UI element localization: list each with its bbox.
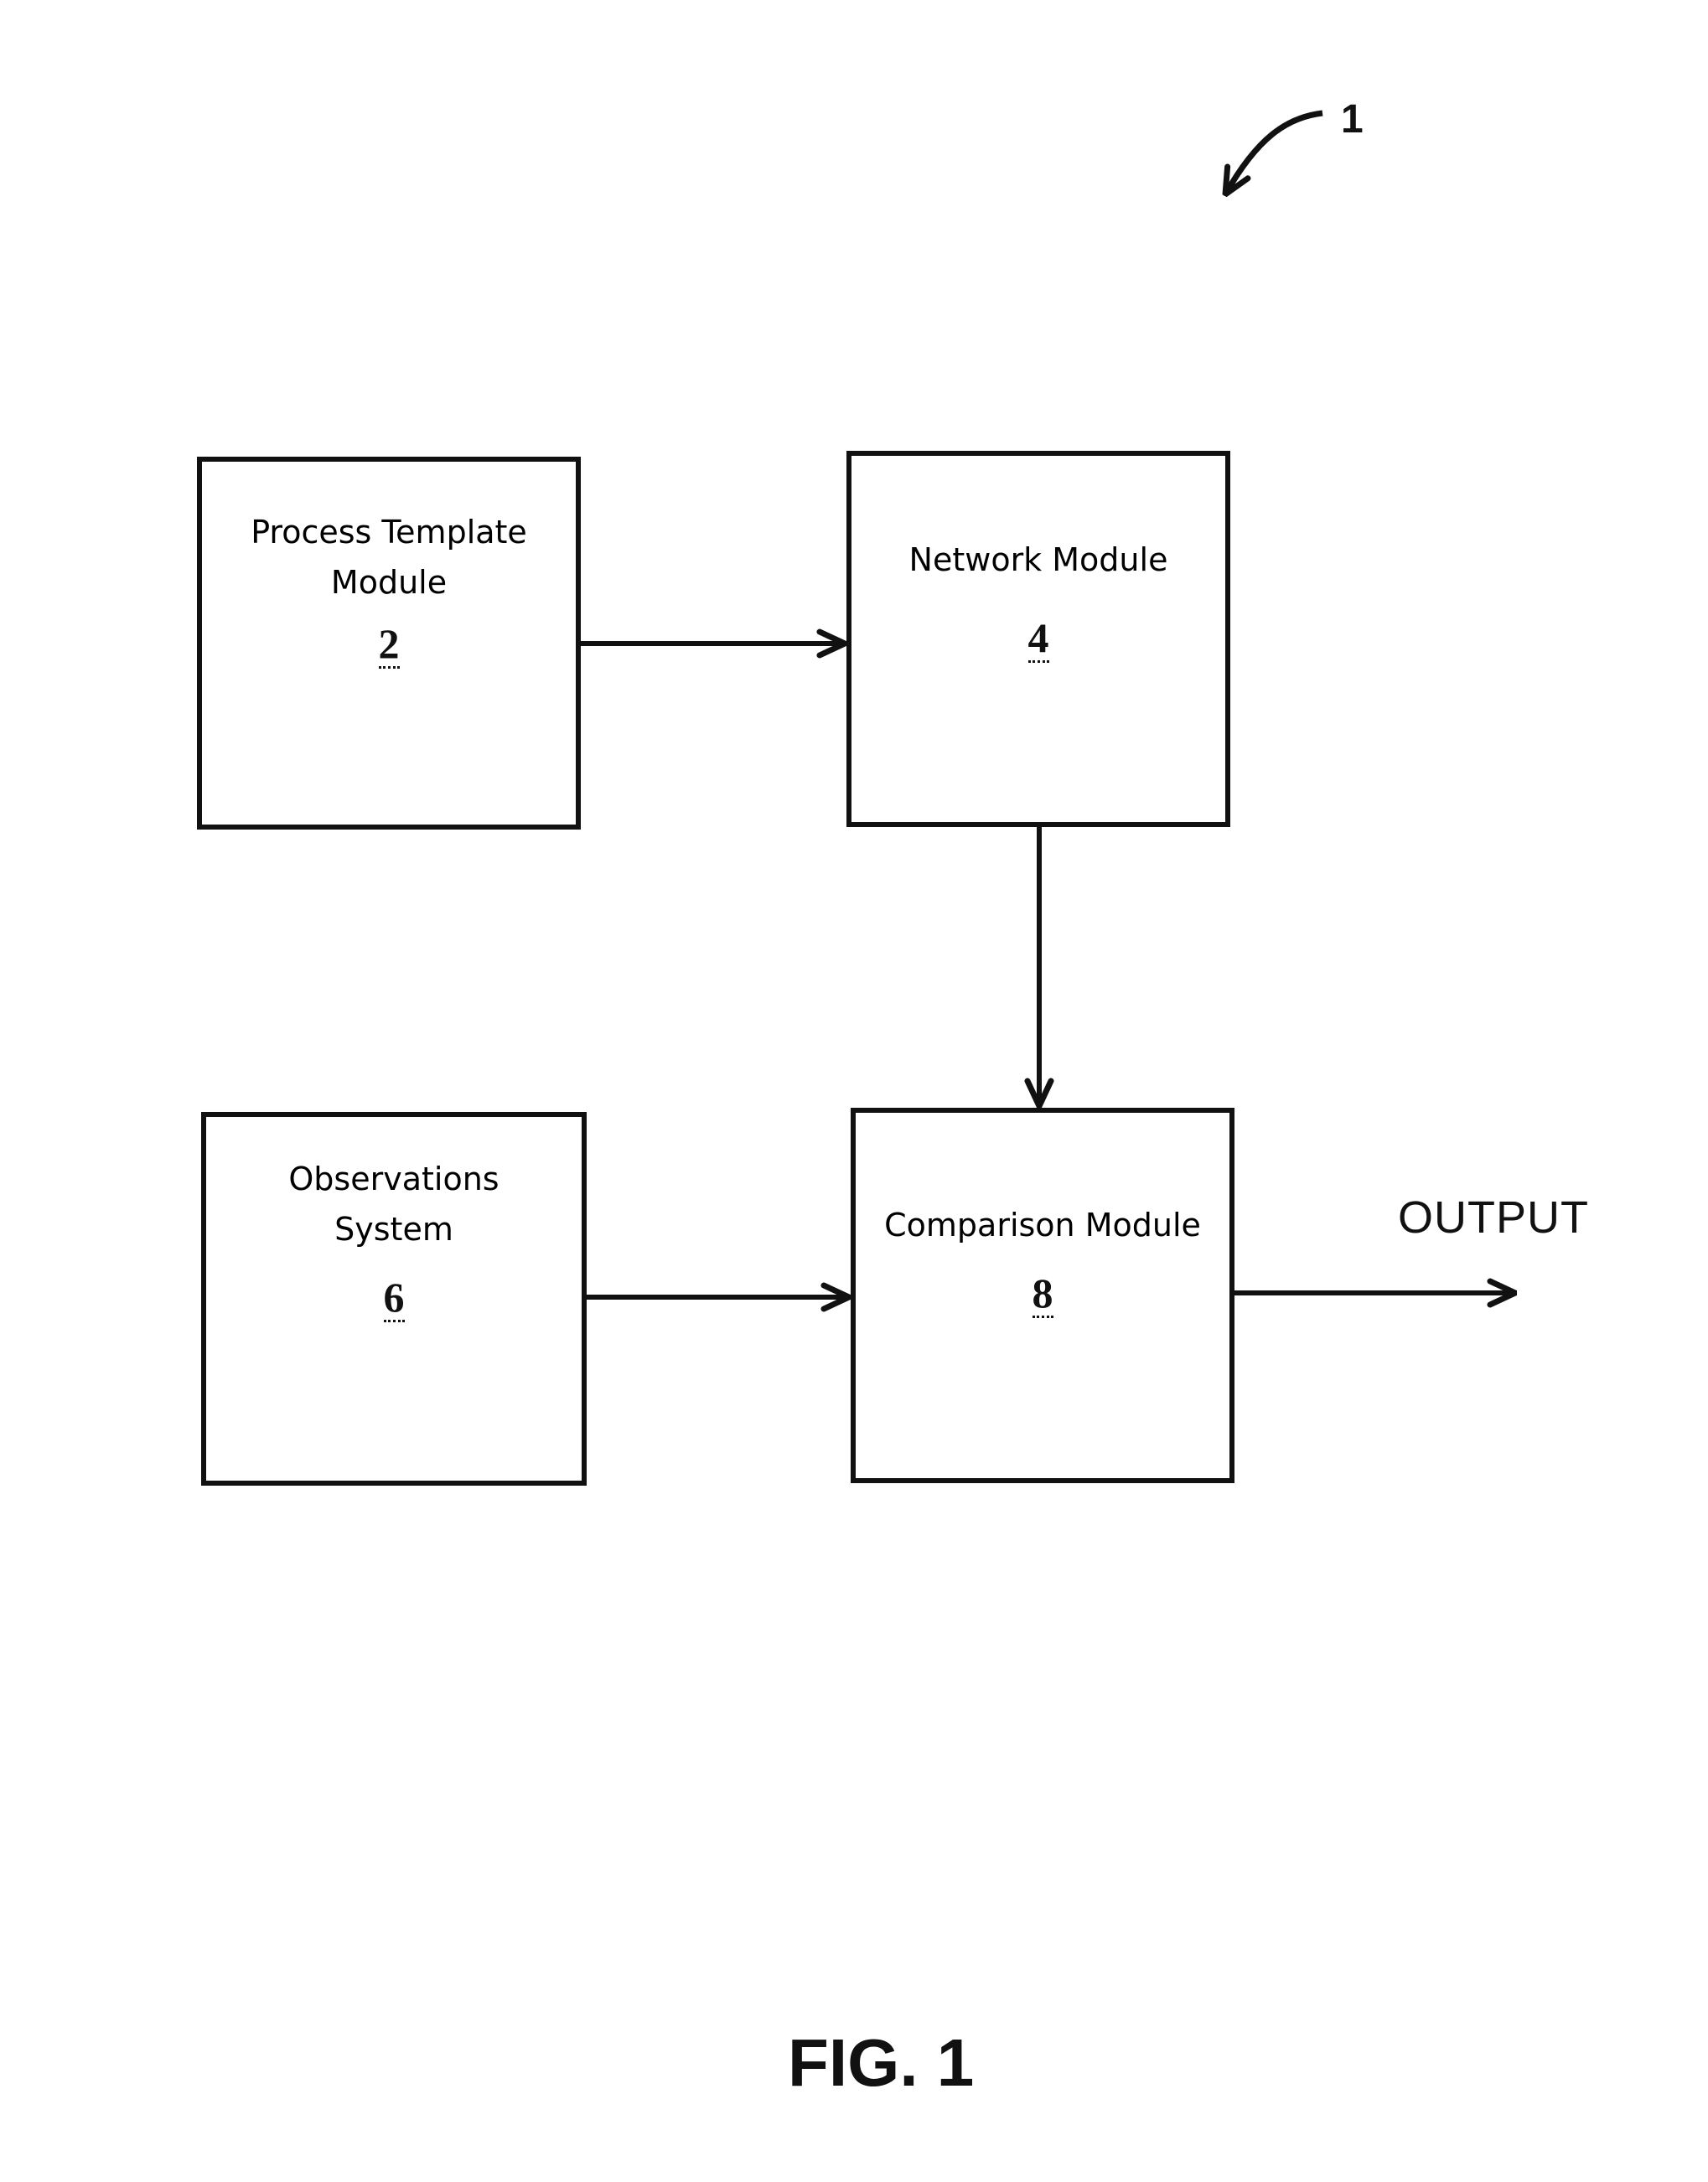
process-template-module-label-line-2: Module <box>330 564 448 601</box>
observations-system-ref-number: 6 <box>383 1274 405 1322</box>
comparison-module-label: Comparison Module <box>884 1207 1201 1244</box>
comparison-module-ref-number: 8 <box>1032 1269 1053 1318</box>
process-template-module-label-line-1: Process Template <box>251 514 527 551</box>
network-module-ref: 4 <box>851 617 1225 663</box>
figure-caption: FIG. 1 <box>788 2025 975 2100</box>
network-module-label: Network Module <box>908 541 1168 578</box>
output-label: OUTPUT <box>1398 1192 1589 1243</box>
network-module-ref-number: 4 <box>1027 614 1049 663</box>
observations-system-label-line-2: System <box>334 1211 453 1248</box>
figure-reference-numeral: 1 <box>1341 97 1364 142</box>
comparison-module-ref: 8 <box>856 1272 1229 1318</box>
network-module-box: Network Module 4 <box>846 451 1230 827</box>
connectors-layer <box>581 110 1708 2182</box>
process-template-module-box: Process Template Module 2 <box>197 457 581 830</box>
reference-leader-arrow <box>1225 110 1323 194</box>
process-template-module-ref-number: 2 <box>378 620 400 669</box>
observations-system-ref: 6 <box>206 1276 582 1322</box>
block-diagram: 1 Process Template Module 2 Network Modu… <box>0 0 1708 2182</box>
comparison-module-box: Comparison Module 8 <box>851 1108 1234 1483</box>
observations-system-box: Observations System 6 <box>201 1112 587 1486</box>
process-template-module-ref: 2 <box>202 623 576 669</box>
observations-system-label-line-1: Observations <box>288 1161 499 1197</box>
